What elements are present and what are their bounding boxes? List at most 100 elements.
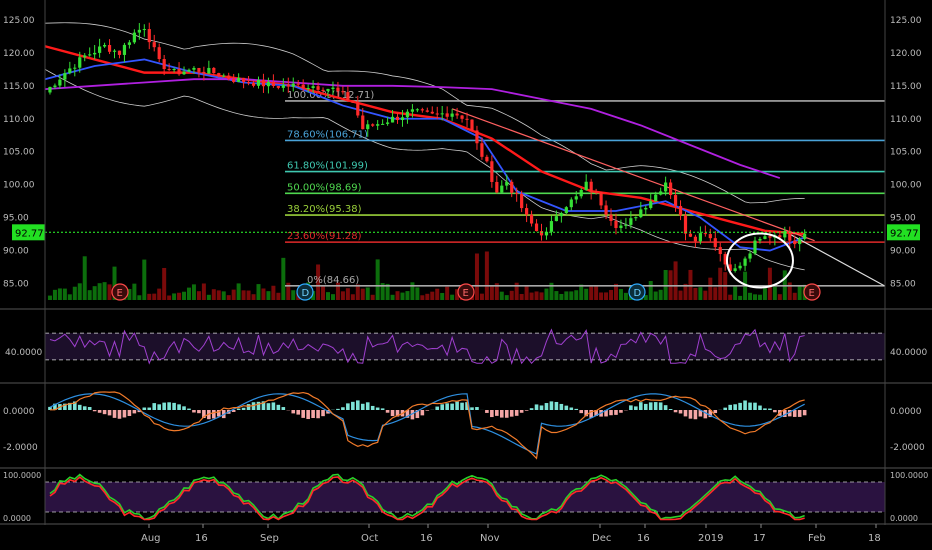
candle-body [381,123,385,125]
candle-body [172,69,176,71]
candle-body [291,83,295,87]
candle-body [505,181,509,186]
candle-body [326,88,330,92]
macd-histogram-bar [549,401,554,410]
macd-histogram-bar [544,403,549,410]
volume-bar [147,293,152,300]
volume-bar [584,288,589,300]
event-marker-letter: E [117,288,123,299]
candle-body [167,69,171,71]
volume-bar [574,290,579,300]
x-tick-label: 18 [868,533,881,544]
macd-histogram-bar [673,410,678,413]
volume-bar [762,288,767,300]
volume-bar [623,292,628,300]
candle-body [395,116,400,121]
stochastic-tick-left: 0.0000 [3,514,31,523]
candle-body [460,115,464,119]
candle-body [768,236,772,238]
candle-body [748,253,752,259]
candle-body [678,206,683,216]
candle-body [763,236,767,239]
x-tick-label: Oct [361,533,378,544]
y-tick-label-right: 100.00 [890,181,922,191]
macd-histogram-bar [167,402,171,410]
macd-tick-left: 0.0000 [3,407,35,417]
macd-histogram-bar [445,403,449,410]
macd-histogram-bar [351,401,355,410]
candle-body [659,191,663,195]
candle-body [331,87,335,89]
stochastic-tick-left: 100.0000 [3,471,41,480]
volume-bar [430,291,435,300]
macd-histogram-bar [435,406,440,410]
macd-histogram-bar [390,410,395,417]
volume-bar [142,259,147,300]
candle-body [261,79,266,87]
candle-body [361,115,365,130]
macd-histogram-bar [301,410,305,418]
volume-bar [648,280,653,300]
volume-bar [87,290,92,300]
macd-histogram-bar [678,410,683,414]
volume-bar [693,287,698,300]
candle-body [599,191,603,206]
candle-body [405,111,410,118]
macd-histogram-bar [177,404,181,410]
candle-body [197,67,201,72]
macd-histogram-bar [668,409,673,410]
x-tick-label: 17 [753,533,766,544]
candle-body [594,191,598,193]
candle-body [529,214,534,224]
macd-histogram-bar [271,402,276,410]
candle-body [743,258,747,266]
macd-histogram-bar [559,403,564,410]
candle-body [440,113,444,115]
candle-body [182,71,186,75]
y-tick-label-right: 95.00 [890,214,916,224]
macd-histogram-bar [276,404,281,410]
fib-level-label: 50.00%(98.69) [287,182,362,193]
volume-bar [753,294,757,300]
macd-histogram-bar [162,402,166,410]
macd-histogram-bar [281,407,286,410]
volume-bar [450,294,455,300]
candle-body [321,89,325,92]
volume-bar [420,295,425,300]
volume-bar [718,267,723,300]
macd-histogram-bar [440,404,445,410]
macd-histogram-bar [291,410,296,414]
candle-body [212,67,216,74]
volume-bar [609,289,614,300]
volume-bar [102,282,107,300]
candle-body [152,42,156,48]
event-marker-letter: D [302,288,310,299]
volume-bar [360,288,365,300]
macd-histogram-bar [490,410,494,418]
volume-bar [713,287,718,300]
macd-histogram-bar [321,410,325,417]
macd-histogram-bar [470,407,474,410]
candle-body [356,102,360,116]
candle-body [435,113,439,115]
macd-histogram-bar [266,403,271,410]
candle-body [733,268,737,271]
volume-bar [544,288,549,300]
fib-level-label: 38.20%(95.38) [287,204,362,215]
macd-histogram-bar [122,410,127,418]
volume-bar [281,257,286,300]
y-tick-label-left: 95.00 [3,214,29,224]
candle-body [107,45,112,52]
candle-body [271,81,275,87]
candle-body [202,71,206,74]
candle-body [753,240,757,254]
macd-histogram-bar [107,410,112,416]
macd-histogram-bar [688,410,693,419]
y-tick-label-right: 85.00 [890,280,916,290]
macd-tick-left: -2.0000 [3,443,38,453]
macd-histogram-bar [753,402,757,410]
candle-body [112,50,117,52]
volume-bar [499,291,504,300]
candle-body [102,45,107,47]
macd-histogram-bar [355,400,360,410]
